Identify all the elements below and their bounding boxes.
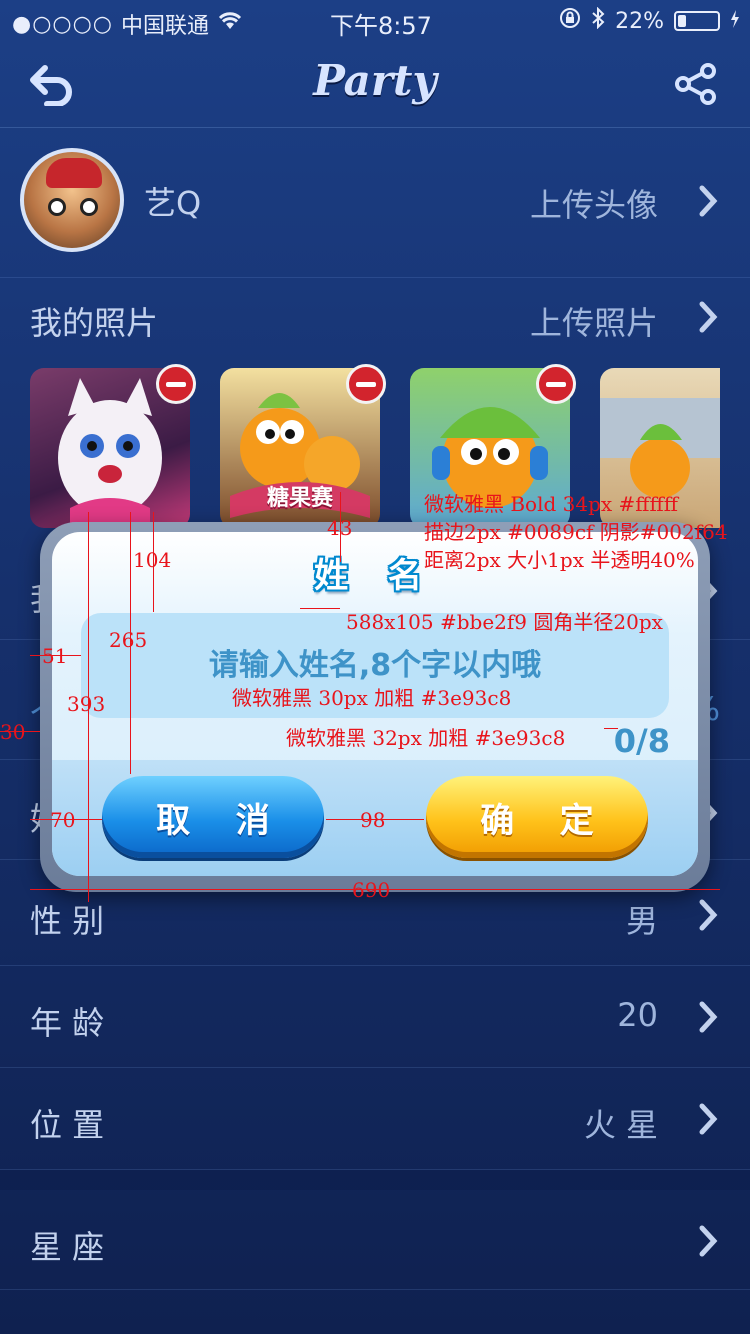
status-time: 下午8:57 — [330, 12, 432, 40]
age-value: 20 — [617, 996, 658, 1034]
cancel-button[interactable]: 取 消 — [102, 776, 324, 858]
signal-strength: ●○○○○ — [12, 11, 113, 37]
confirm-button[interactable]: 确 定 — [426, 776, 648, 858]
chevron-right-icon — [699, 185, 718, 217]
char-counter: 0/8 — [613, 722, 670, 760]
upload-photos-label: 上传照片 — [529, 304, 658, 342]
annotation-leader — [300, 608, 340, 609]
zodiac-row[interactable]: 星 座 — [0, 1190, 750, 1290]
status-left: ●○○○○ 中国联通 — [12, 8, 243, 40]
dimension-30: 30 — [0, 720, 26, 744]
orientation-lock-icon — [559, 7, 581, 35]
delete-photo-button[interactable] — [156, 364, 196, 404]
age-row[interactable]: 年 龄 20 — [0, 966, 750, 1068]
zodiac-label: 星 座 — [30, 1228, 105, 1266]
share-icon — [675, 63, 716, 105]
page-title: Party — [313, 56, 437, 105]
status-bar: ●○○○○ 中国联通 下午8:57 22% — [0, 0, 750, 40]
wifi-icon — [217, 11, 243, 37]
dimension-51: 51 — [42, 644, 68, 668]
dimension-104: 104 — [133, 548, 172, 572]
chevron-right-icon — [699, 301, 718, 333]
photos-row[interactable]: 我的照片 上传照片 — [0, 278, 750, 358]
dimension-70: 70 — [50, 808, 76, 832]
carrier-name: 中国联通 — [120, 14, 209, 39]
annotation-input-spec: 588x105 #bbe2f9 圆角半径20px — [346, 610, 663, 634]
share-button[interactable] — [668, 56, 724, 112]
status-right: 22% — [559, 6, 740, 35]
charging-icon — [730, 9, 740, 34]
photos-label: 我的照片 — [30, 304, 159, 342]
section-divider — [0, 1170, 750, 1190]
age-label: 年 龄 — [30, 1004, 105, 1042]
gender-label: 性 别 — [30, 902, 105, 940]
annotation-title-shadow: 距离2px 大小1px 半透明40% — [424, 548, 695, 572]
annotation-title-stroke: 描边2px #0089cf 阴影#002f64 — [424, 520, 728, 544]
chevron-right-icon — [699, 1103, 718, 1135]
photo-caption: 糖果赛 — [266, 486, 333, 511]
location-label: 位 置 — [30, 1106, 105, 1144]
annotation-placeholder-spec: 微软雅黑 30px 加粗 #3e93c8 — [232, 686, 512, 710]
gender-value: 男 — [625, 902, 658, 940]
dimension-43: 43 — [327, 516, 353, 540]
chevron-right-icon — [699, 899, 718, 931]
profile-name: 艺Q — [144, 184, 202, 222]
minus-icon — [546, 381, 566, 387]
dimension-690: 690 — [352, 878, 391, 902]
location-row[interactable]: 位 置 火 星 — [0, 1068, 750, 1170]
battery-icon — [674, 11, 720, 31]
dimension-393: 393 — [67, 692, 106, 716]
chevron-right-icon — [699, 1001, 718, 1033]
annotation-title-spec: 微软雅黑 Bold 34px #ffffff — [424, 492, 678, 516]
nav-bar: Party — [0, 40, 750, 128]
delete-photo-button[interactable] — [536, 364, 576, 404]
avatar-eye — [48, 198, 66, 216]
delete-photo-button[interactable] — [346, 364, 386, 404]
avatar[interactable] — [20, 148, 124, 252]
location-value: 火 星 — [583, 1106, 658, 1144]
dimension-98: 98 — [360, 808, 386, 832]
minus-icon — [356, 381, 376, 387]
battery-percent: 22% — [615, 8, 664, 34]
minus-icon — [166, 381, 186, 387]
dimension-265: 265 — [109, 628, 148, 652]
avatar-eye — [80, 198, 98, 216]
chevron-right-icon — [699, 1225, 718, 1257]
avatar-hat — [46, 158, 102, 188]
annotation-leader — [604, 728, 618, 729]
annotation-counter-spec: 微软雅黑 32px 加粗 #3e93c8 — [286, 726, 566, 750]
upload-avatar-label: 上传头像 — [529, 186, 658, 224]
bluetooth-icon — [591, 6, 605, 35]
